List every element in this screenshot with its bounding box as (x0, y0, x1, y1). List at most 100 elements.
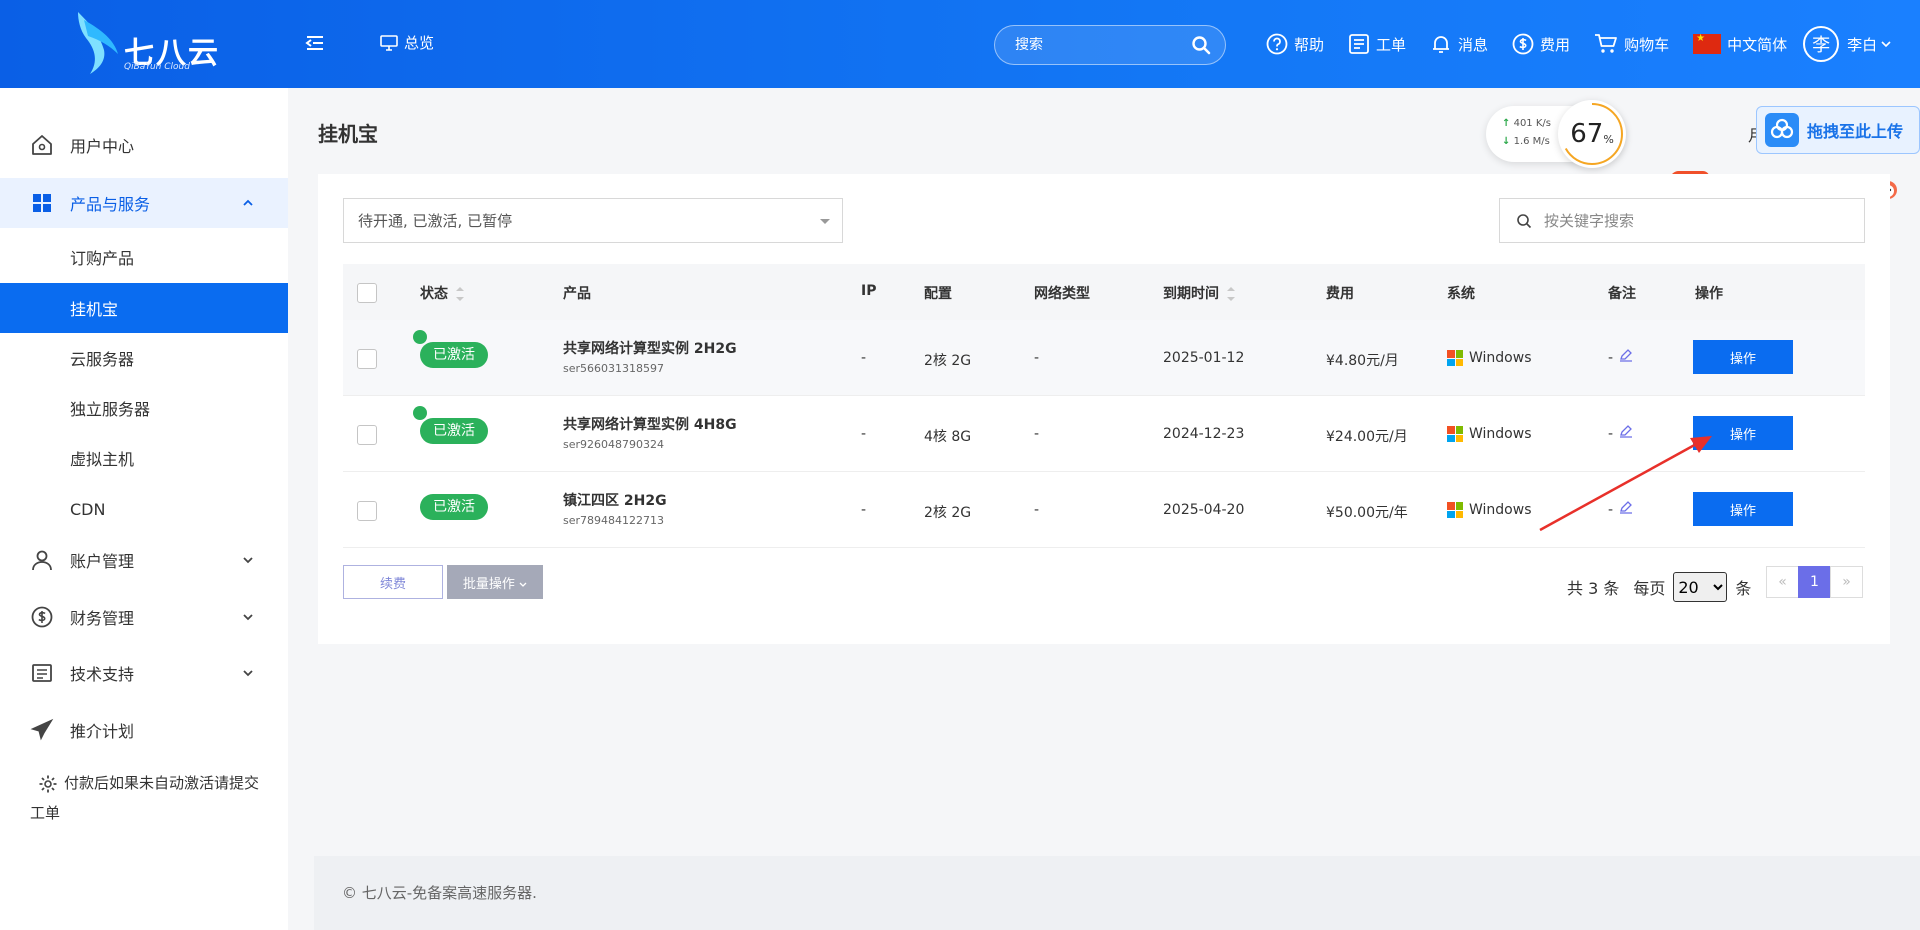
fee-link[interactable]: 费用 (1512, 33, 1570, 55)
sidebar-item-user-center[interactable]: 用户中心 (0, 120, 288, 170)
batch-action-button[interactable]: 批量操作 (447, 565, 543, 599)
grid-icon (33, 194, 51, 212)
menu-collapse-icon[interactable] (304, 32, 326, 54)
sidebar-item-order-products[interactable]: 订购产品 (0, 232, 288, 282)
header-search-input[interactable] (1015, 37, 1191, 53)
header-expire[interactable]: 到期时间 (1163, 283, 1235, 303)
sidebar-item-label: 产品与服务 (70, 195, 151, 214)
sidebar-item-label: 用户中心 (70, 137, 135, 156)
search-icon (1517, 213, 1532, 228)
search-icon[interactable] (1191, 35, 1211, 55)
sidebar-item-cloud-server[interactable]: 云服务器 (0, 333, 288, 383)
table-header: 状态 产品 IP 配置 网络类型 到期时间 费用 系统 备注 操作 (343, 264, 1865, 320)
user-menu[interactable]: 李 李白 (1803, 26, 1891, 62)
sidebar-item-virtual-host[interactable]: 虚拟主机 (0, 433, 288, 483)
chevron-down-icon (243, 670, 253, 677)
drag-upload-button[interactable]: 拖拽至此上传 (1756, 106, 1920, 154)
config-value: 2核 2G (924, 505, 972, 521)
product-name[interactable]: 镇江四区 2H2G (563, 490, 667, 510)
product-name[interactable]: 共享网络计算型实例 2H2G (563, 338, 737, 358)
brand-logo[interactable]: 七八云 QiBaYun Cloud (74, 10, 224, 76)
sidebar-item-account[interactable]: 账户管理 (0, 535, 288, 585)
cart-label: 购物车 (1624, 35, 1670, 54)
nav-overview[interactable]: 总览 (380, 32, 434, 53)
sidebar-item-dedicated-server[interactable]: 独立服务器 (0, 383, 288, 433)
action-button[interactable]: 操作 (1693, 340, 1793, 374)
language-switch[interactable]: 中文简体 (1693, 33, 1788, 55)
chevron-up-icon (243, 199, 253, 206)
row-checkbox[interactable] (357, 425, 377, 445)
sidebar-item-finance[interactable]: 财务管理 (0, 592, 288, 642)
sidebar-item-tech-support[interactable]: 技术支持 (0, 648, 288, 698)
windows-icon (1447, 502, 1463, 518)
brand-subtitle: QiBaYun Cloud (124, 62, 190, 72)
caret-down-icon (820, 219, 830, 224)
row-checkbox[interactable] (357, 349, 377, 369)
paper-plane-icon (30, 718, 54, 741)
china-flag-icon (1693, 33, 1722, 54)
fee-value: ¥4.80元/月 (1326, 353, 1399, 369)
help-link[interactable]: 帮助 (1266, 33, 1324, 55)
select-all-checkbox[interactable] (357, 283, 377, 303)
chevron-down-icon (243, 557, 253, 564)
per-page-label: 每页 (1633, 579, 1666, 598)
gear-icon (39, 775, 57, 792)
action-button[interactable]: 操作 (1693, 492, 1793, 526)
action-button[interactable]: 操作 (1693, 416, 1793, 450)
prev-page-button[interactable]: « (1766, 566, 1799, 598)
edit-icon[interactable] (1619, 348, 1633, 362)
keyword-search[interactable] (1499, 198, 1865, 243)
sidebar: 用户中心 产品与服务 订购产品 挂机宝 云服务器 独立服务器 虚拟主机 CDN … (0, 88, 288, 930)
sidebar-item-cdn[interactable]: CDN (0, 484, 288, 534)
next-page-button[interactable]: » (1830, 566, 1863, 598)
cloud-upload-icon (1765, 113, 1799, 147)
header-status[interactable]: 状态 (420, 283, 464, 303)
sort-icon[interactable] (1227, 287, 1235, 301)
help-icon (1266, 33, 1288, 55)
renew-button[interactable]: 续费 (343, 565, 443, 599)
network-speed-widget[interactable]: ↑ 401 K/s ↓ 1.6 M/s 67% (1486, 100, 1626, 168)
per-page-unit: 条 (1735, 579, 1752, 598)
status-filter-select[interactable]: 待开通, 已激活, 已暂停 (343, 198, 843, 243)
language-label: 中文简体 (1727, 35, 1788, 54)
status-dot (413, 406, 427, 420)
sidebar-activation-note: 付款后如果未自动激活请提交工单 (30, 768, 260, 828)
chevron-down-icon (243, 614, 253, 621)
sidebar-item-label: 技术支持 (70, 665, 135, 684)
ticket-link[interactable]: 工单 (1348, 33, 1406, 55)
bell-icon (1433, 36, 1450, 53)
sidebar-note-text: 付款后如果未自动激活请提交工单 (30, 774, 260, 822)
sidebar-item-products-services[interactable]: 产品与服务 (0, 178, 288, 228)
header-search[interactable] (994, 25, 1226, 65)
copyright-text: © 七八云-免备案高速服务器. (342, 884, 537, 902)
status-dot (413, 330, 427, 344)
sort-icon[interactable] (456, 287, 464, 301)
memory-usage-ring[interactable]: 67% (1558, 100, 1626, 168)
sidebar-item-label: CDN (70, 499, 106, 519)
row-checkbox[interactable] (357, 501, 377, 521)
keyword-search-input[interactable] (1544, 211, 1864, 230)
sidebar-item-referral[interactable]: 推介计划 (0, 705, 288, 755)
per-page-select[interactable]: 10 20 50 (1673, 572, 1728, 602)
pagination-info: 共 3 条 每页 10 20 50 条 (1567, 572, 1751, 602)
edit-icon[interactable] (1619, 500, 1633, 514)
message-link[interactable]: 消息 (1430, 33, 1488, 55)
ip-value: - (861, 426, 867, 442)
sidebar-item-label: 订购产品 (70, 249, 135, 268)
edit-icon[interactable] (1619, 424, 1633, 438)
remark-value: - (1608, 502, 1614, 518)
remark-value: - (1608, 350, 1614, 366)
sidebar-item-label: 挂机宝 (70, 300, 119, 319)
document-icon (32, 664, 52, 682)
header-network-type: 网络类型 (1034, 286, 1090, 302)
status-badge: 已激活 (420, 418, 488, 444)
product-name[interactable]: 共享网络计算型实例 4H8G (563, 414, 737, 434)
upload-label: 拖拽至此上传 (1807, 122, 1904, 141)
fee-value: ¥24.00元/月 (1326, 429, 1408, 445)
fee-label: 费用 (1540, 35, 1571, 54)
cart-link[interactable]: 购物车 (1594, 33, 1669, 55)
sidebar-item-guajibao[interactable]: 挂机宝 (0, 283, 288, 333)
page-1-button[interactable]: 1 (1798, 566, 1831, 598)
expire-value: 2025-01-12 (1163, 350, 1245, 366)
table-row: 已激活 共享网络计算型实例 2H2G ser566031318597 - 2核 … (343, 320, 1865, 396)
